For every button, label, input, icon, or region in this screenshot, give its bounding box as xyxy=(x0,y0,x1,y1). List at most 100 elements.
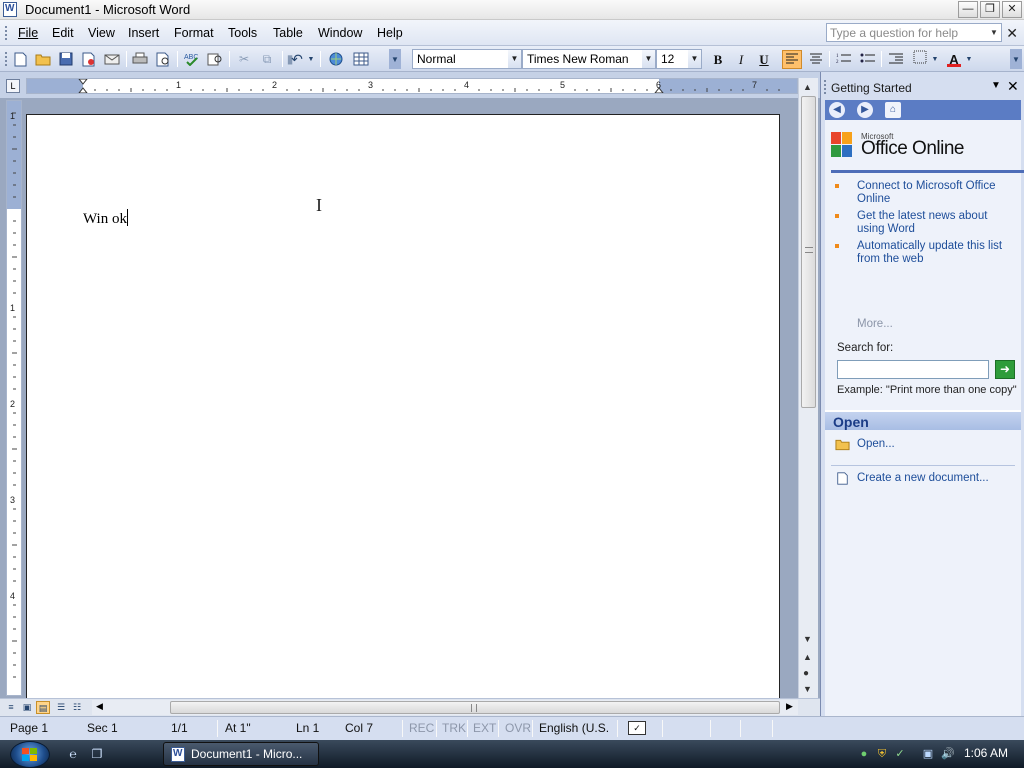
vertical-scroll-thumb[interactable] xyxy=(801,96,816,408)
search-input[interactable] xyxy=(837,360,989,379)
word-icon[interactable] xyxy=(3,2,17,17)
status-line[interactable]: Ln 1 xyxy=(296,721,319,735)
search-go-button[interactable]: ➜ xyxy=(995,360,1015,379)
reading-layout-icon[interactable]: ☷ xyxy=(70,701,84,714)
hyperlink-icon[interactable] xyxy=(327,50,345,68)
menu-tools[interactable]: Tools xyxy=(228,26,257,40)
status-language[interactable]: English (U.S. xyxy=(539,721,609,735)
table-icon[interactable] xyxy=(352,50,370,68)
select-browse-object-icon[interactable]: ● xyxy=(803,668,809,679)
align-center-button[interactable] xyxy=(806,50,826,69)
task-pane-grip[interactable] xyxy=(824,80,826,94)
internet-explorer-icon[interactable]: ℮ xyxy=(64,745,82,763)
style-select[interactable]: Normal ▼ xyxy=(412,49,522,69)
previous-page-icon[interactable]: ▲ xyxy=(803,652,812,662)
toolbar-grip[interactable] xyxy=(3,50,9,68)
status-ovr[interactable]: OVR xyxy=(505,721,531,735)
tab-selector[interactable]: L xyxy=(6,79,20,93)
bold-button[interactable]: B xyxy=(708,50,728,69)
start-button[interactable] xyxy=(10,741,50,768)
status-page-count[interactable]: 1/1 xyxy=(171,721,188,735)
print-layout-icon[interactable]: ▤ xyxy=(36,701,50,714)
status-rec[interactable]: REC xyxy=(409,721,434,735)
document-area[interactable]: Win ok I xyxy=(24,98,798,698)
network-sharing-icon[interactable]: ● xyxy=(856,746,872,762)
home-icon[interactable]: ⌂ xyxy=(885,102,901,118)
help-search-input[interactable]: Type a question for help ▼ xyxy=(826,23,1002,42)
task-pane-close-button[interactable]: ✕ xyxy=(1007,78,1019,95)
menu-edit[interactable]: Edit xyxy=(52,26,74,40)
italic-button[interactable]: I xyxy=(731,50,751,69)
horizontal-scroll-thumb[interactable] xyxy=(170,701,780,714)
font-select[interactable]: Times New Roman ▼ xyxy=(522,49,656,69)
next-page-icon[interactable]: ▼ xyxy=(803,684,812,694)
back-arrow-icon[interactable]: ◀ xyxy=(829,102,845,118)
menu-file[interactable]: File xyxy=(18,26,38,40)
menu-insert[interactable]: Insert xyxy=(128,26,159,40)
align-left-button[interactable] xyxy=(782,50,802,69)
taskbar-word-button[interactable]: Document1 - Micro... xyxy=(163,742,319,766)
scroll-right-icon[interactable]: ▶ xyxy=(786,701,793,712)
chevron-down-icon[interactable]: ▼ xyxy=(688,50,701,68)
toolbar-options-icon[interactable]: ▼ xyxy=(1010,49,1022,69)
horizontal-ruler[interactable]: 1 2 3 4 5 6 7 xyxy=(26,78,798,94)
more-link[interactable]: More... xyxy=(857,318,893,330)
chevron-down-icon[interactable]: ▼ xyxy=(508,50,521,68)
restore-button[interactable]: ❐ xyxy=(980,1,1000,18)
status-section[interactable]: Sec 1 xyxy=(87,721,118,735)
link-auto-update[interactable]: Automatically update this list from the … xyxy=(835,240,1017,266)
open-folder-icon[interactable] xyxy=(34,50,52,68)
toolbar-options-icon[interactable]: ▼ xyxy=(389,49,401,69)
normal-view-icon[interactable]: ≡ xyxy=(4,701,18,714)
show-desktop-icon[interactable]: ❐ xyxy=(88,745,106,763)
status-page[interactable]: Page 1 xyxy=(10,721,48,735)
spelling-status-icon[interactable]: ✓ xyxy=(628,721,646,735)
link-connect-office-online[interactable]: Connect to Microsoft Office Online xyxy=(835,180,1017,206)
forward-arrow-icon[interactable]: ▶ xyxy=(857,102,873,118)
minimize-button[interactable]: — xyxy=(958,1,978,18)
vertical-ruler[interactable]: 1 1 2 3 4 xyxy=(6,100,22,696)
menu-window[interactable]: Window xyxy=(318,26,362,40)
chevron-down-icon[interactable]: ▼ xyxy=(964,50,974,68)
status-trk[interactable]: TRK xyxy=(442,721,466,735)
numbering-button[interactable]: 12 xyxy=(834,50,854,69)
font-color-button[interactable]: A xyxy=(944,50,964,69)
close-button[interactable]: ✕ xyxy=(1002,1,1022,18)
menu-view[interactable]: View xyxy=(88,26,115,40)
decrease-indent-button[interactable] xyxy=(886,50,906,69)
spelling-grammar-icon[interactable]: ABC xyxy=(183,50,201,68)
scroll-down-icon[interactable]: ▼ xyxy=(803,634,812,644)
copy-icon[interactable]: ⧉ xyxy=(258,50,276,68)
research-icon[interactable] xyxy=(206,50,224,68)
open-file-link[interactable]: Open... xyxy=(835,438,895,451)
menu-format[interactable]: Format xyxy=(174,26,214,40)
outline-view-icon[interactable]: ☰ xyxy=(54,701,68,714)
updates-icon[interactable]: ✓ xyxy=(892,746,908,762)
chevron-down-icon[interactable]: ▼ xyxy=(930,50,940,68)
volume-icon[interactable]: 🔊 xyxy=(940,746,956,762)
network-icon[interactable]: ▣ xyxy=(920,746,936,762)
office-online-logo[interactable]: Microsoft Office Online xyxy=(831,130,1024,173)
vertical-scrollbar[interactable]: ▲ ▼ ▲ ● ▼ xyxy=(798,78,818,698)
chevron-down-icon[interactable]: ▼ xyxy=(991,80,1001,91)
email-icon[interactable] xyxy=(103,50,121,68)
chevron-down-icon[interactable]: ▼ xyxy=(306,50,316,68)
menubar-grip[interactable] xyxy=(5,26,8,40)
document-close-button[interactable]: ✕ xyxy=(1006,25,1018,42)
status-at[interactable]: At 1" xyxy=(225,721,251,735)
menu-table[interactable]: Table xyxy=(273,26,303,40)
document-page[interactable]: Win ok I xyxy=(26,114,780,698)
scroll-up-icon[interactable]: ▲ xyxy=(803,82,812,92)
permission-icon[interactable] xyxy=(80,50,98,68)
bullets-button[interactable] xyxy=(858,50,878,69)
status-column[interactable]: Col 7 xyxy=(345,721,373,735)
new-document-icon[interactable] xyxy=(11,50,29,68)
chevron-down-icon[interactable]: ▼ xyxy=(642,50,655,68)
security-shield-icon[interactable]: ⛨ xyxy=(874,746,890,762)
menu-help[interactable]: Help xyxy=(377,26,403,40)
print-icon[interactable] xyxy=(131,50,149,68)
web-layout-icon[interactable]: ▣ xyxy=(20,701,34,714)
undo-icon[interactable]: ↶ xyxy=(288,50,306,68)
chevron-down-icon[interactable]: ▼ xyxy=(988,25,1000,40)
print-preview-icon[interactable] xyxy=(155,50,173,68)
